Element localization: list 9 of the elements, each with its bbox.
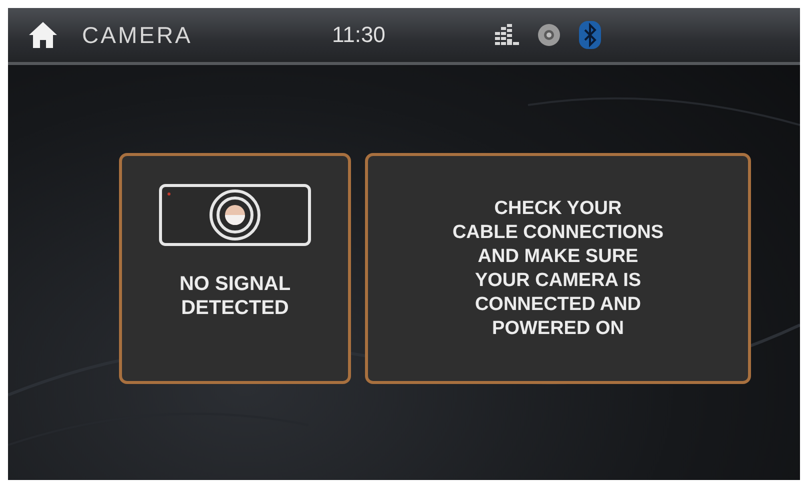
camera-icon xyxy=(159,184,311,246)
disc-icon[interactable] xyxy=(537,23,561,47)
clock-time: 11:30 xyxy=(332,22,386,48)
no-signal-message: NO SIGNAL DETECTED xyxy=(179,272,291,320)
connection-help-message: CHECK YOUR CABLE CONNECTIONS AND MAKE SURE YOUR CAMERA IS CONNECTED AND POWERED ON xyxy=(452,196,664,340)
home-icon[interactable] xyxy=(28,21,58,49)
bluetooth-icon[interactable] xyxy=(579,21,601,49)
screen-title: CAMERA xyxy=(82,22,194,48)
equalizer-icon[interactable] xyxy=(495,24,519,46)
